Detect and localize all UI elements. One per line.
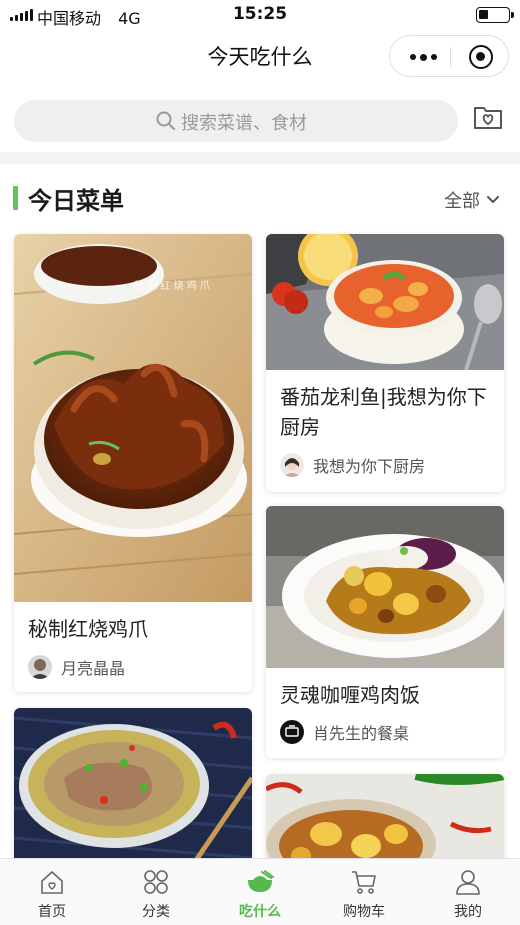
tab-cart[interactable]: 购物车: [312, 867, 416, 921]
avatar: [280, 720, 304, 744]
capsule-divider: [450, 47, 451, 67]
cart-icon: [352, 871, 376, 894]
search-row: 搜索菜谱、食材: [0, 82, 520, 152]
mini-program-capsule: [389, 35, 509, 77]
search-placeholder: 搜索菜谱、食材: [181, 113, 307, 134]
tab-label: 我的: [454, 904, 482, 920]
recipe-image: [266, 234, 504, 370]
section-title: 今日菜单: [28, 187, 124, 215]
tab-label: 分类: [142, 904, 170, 920]
author-name: 月亮晶晶: [61, 659, 126, 678]
svg-text:秘 制 红 烧 鸡 爪: 秘 制 红 烧 鸡 爪: [134, 279, 210, 292]
recipe-author: 肖先生的餐桌: [280, 720, 409, 744]
recipe-author: 我想为你下厨房: [280, 453, 425, 477]
recipe-card[interactable]: [14, 708, 252, 858]
recipe-image: [266, 774, 504, 858]
clock: 15:25: [232, 4, 288, 24]
favorites-box-icon[interactable]: [472, 104, 504, 130]
tab-home[interactable]: 首页: [0, 867, 104, 921]
status-bar: 中国移动 4G 15:25: [0, 0, 520, 30]
avatar: [28, 655, 52, 679]
tab-label: 首页: [38, 904, 66, 920]
recipe-card[interactable]: 秘 制 红 烧 鸡 爪 秘制红烧鸡爪 月亮晶晶: [14, 234, 252, 692]
close-target-icon[interactable]: [469, 45, 493, 69]
tab-bar: 首页 分类 吃什么 购物车 我的: [0, 858, 520, 925]
search-icon: [156, 111, 175, 130]
filter-label: 全部: [444, 191, 480, 212]
tab-category[interactable]: 分类: [104, 867, 208, 921]
chevron-down-icon: [487, 196, 499, 203]
recipe-card[interactable]: [266, 774, 504, 858]
tab-what-to-eat[interactable]: 吃什么: [208, 867, 312, 921]
home-icon: [41, 871, 63, 894]
recipe-image: 秘 制 红 烧 鸡 爪: [14, 234, 252, 602]
recipe-feed[interactable]: 秘 制 红 烧 鸡 爪 秘制红烧鸡爪 月亮晶晶 番茄龙利鱼|我想为你下厨房 我想…: [0, 226, 520, 858]
category-icon: [144, 870, 168, 894]
navigation-bar: 今天吃什么: [0, 30, 520, 82]
section-header: 今日菜单 全部: [0, 164, 520, 226]
filter-dropdown[interactable]: 全部: [444, 187, 500, 213]
recipe-author: 月亮晶晶: [28, 655, 125, 679]
search-input[interactable]: 搜索菜谱、食材: [14, 100, 458, 142]
author-name: 我想为你下厨房: [313, 457, 426, 476]
recipe-name: 灵魂咖喱鸡肉饭: [280, 683, 420, 707]
avatar: [280, 453, 304, 477]
recipe-card[interactable]: 灵魂咖喱鸡肉饭 肖先生的餐桌: [266, 506, 504, 758]
section-accent-bar: [13, 186, 18, 210]
recipe-card[interactable]: 番茄龙利鱼|我想为你下厨房 我想为你下厨房: [266, 234, 504, 492]
author-name: 肖先生的餐桌: [313, 724, 410, 743]
bowl-icon: [248, 870, 274, 892]
recipe-image: [14, 708, 252, 858]
profile-icon: [456, 870, 480, 895]
recipe-name: 番茄龙利鱼|我想为你下厨房: [280, 385, 487, 439]
battery-icon: [476, 7, 514, 23]
tab-label: 吃什么: [239, 904, 281, 920]
more-icon[interactable]: [410, 53, 437, 61]
recipe-image: [266, 506, 504, 668]
tab-profile[interactable]: 我的: [416, 867, 520, 921]
recipe-name: 秘制红烧鸡爪: [28, 617, 148, 641]
tab-label: 购物车: [343, 904, 385, 920]
